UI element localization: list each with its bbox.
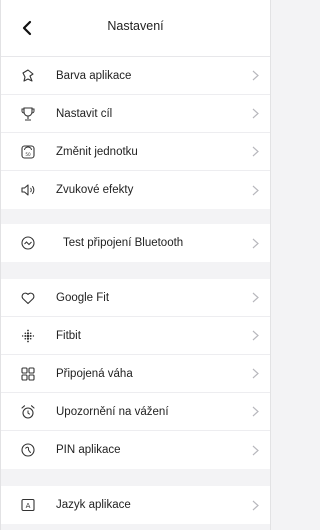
chevron-right-icon [250, 406, 260, 418]
scale-unit-icon: 50 [19, 143, 37, 161]
settings-item-label: PIN aplikace [56, 444, 121, 456]
settings-item-weigh-reminder[interactable]: Upozornění na vážení [1, 393, 270, 431]
top-bar: Nastavení [1, 0, 270, 57]
settings-item-label: Google Fit [56, 291, 110, 304]
settings-item-label: Barva aplikace [56, 69, 132, 82]
settings-item-label: Jazyk aplikace [56, 499, 131, 511]
settings-item-label: Zvukové efekty [56, 184, 134, 196]
settings-group-appearance: Barva aplikace Nastavit cíl 50 Změnit je… [1, 57, 270, 209]
settings-item-app-color[interactable]: Barva aplikace [1, 57, 270, 95]
settings-item-connected-scale[interactable]: Připojená váha [1, 355, 270, 393]
trophy-icon [19, 105, 37, 123]
chevron-right-icon [250, 292, 260, 304]
fitbit-icon [19, 327, 37, 345]
heart-icon [19, 289, 37, 307]
settings-item-label: Upozornění na vážení [56, 405, 169, 418]
bluetooth-test-icon [19, 234, 37, 252]
chevron-right-icon [250, 70, 260, 82]
settings-item-bluetooth-test[interactable]: Test připojení Bluetooth [1, 224, 270, 262]
alarm-clock-icon [19, 403, 37, 421]
settings-item-google-fit[interactable]: Google Fit [1, 279, 270, 317]
settings-item-label: Připojená váha [56, 367, 133, 380]
svg-text:A: A [26, 502, 31, 510]
chevron-right-icon [250, 444, 260, 456]
chevron-right-icon [250, 237, 260, 249]
settings-item-label: Test připojení Bluetooth [63, 237, 184, 249]
settings-screen: Nastavení Barva aplikace Nastavit cíl 50 [0, 0, 271, 530]
chevron-right-icon [250, 108, 260, 120]
settings-item-label: Fitbit [56, 329, 81, 342]
settings-item-app-pin[interactable]: PIN aplikace [1, 431, 270, 469]
chevron-right-icon [250, 146, 260, 158]
settings-item-change-unit[interactable]: 50 Změnit jednotku [1, 133, 270, 171]
svg-text:50: 50 [25, 152, 31, 157]
chevron-right-icon [250, 184, 260, 196]
pin-lock-icon [19, 441, 37, 459]
settings-group-bluetooth: Test připojení Bluetooth [1, 224, 270, 262]
settings-item-sound-effects[interactable]: Zvukové efekty [1, 171, 270, 209]
chevron-right-icon [250, 330, 260, 342]
paint-icon [19, 67, 37, 85]
settings-item-label: Změnit jednotku [56, 145, 138, 158]
chevron-right-icon [250, 368, 260, 380]
chevron-right-icon [250, 499, 260, 511]
settings-group-language: A Jazyk aplikace [1, 486, 270, 524]
settings-group-integrations: Google Fit Fitbit Připojená váha Upozorn… [1, 279, 270, 469]
settings-item-fitbit[interactable]: Fitbit [1, 317, 270, 355]
page-title: Nastavení [107, 19, 164, 33]
speaker-icon [19, 181, 37, 199]
language-icon: A [19, 496, 37, 514]
grid-icon [19, 365, 37, 383]
settings-item-label: Nastavit cíl [56, 107, 113, 120]
settings-item-set-goal[interactable]: Nastavit cíl [1, 95, 270, 133]
settings-item-app-language[interactable]: A Jazyk aplikace [1, 486, 270, 524]
